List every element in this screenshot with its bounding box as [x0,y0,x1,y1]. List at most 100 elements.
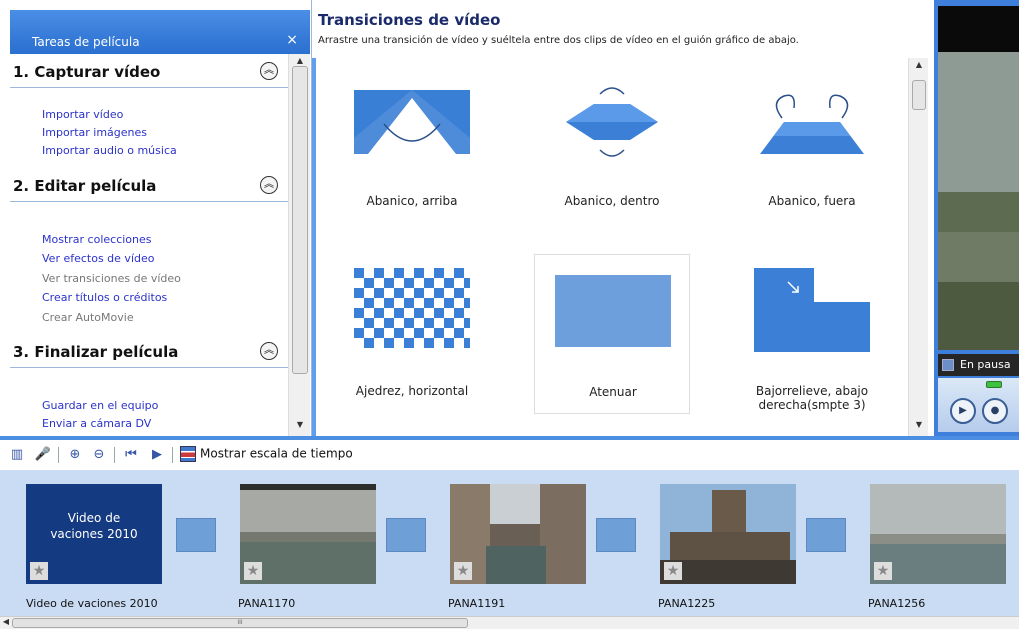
collapse-icon[interactable]: ︽ [260,342,278,360]
section-edit-movie[interactable]: 2. Editar película ︽ [10,168,288,202]
star-icon: ★ [30,562,48,580]
storyboard-clip[interactable]: ★ [870,484,1006,584]
storyboard-clip[interactable]: ★ [240,484,376,584]
scroll-down-icon[interactable]: ▼ [289,420,311,429]
transition-label: Bajorrelieve, abajo derecha(smpte 3) [755,384,869,412]
scrollbar-thumb[interactable] [912,80,926,110]
rewind-storyboard-icon[interactable]: ⏮ [122,446,140,464]
section-heading: 1. Capturar vídeo [13,63,161,81]
section-heading: 3. Finalizar película [13,343,179,361]
checkerboard-thumbnail [354,268,470,352]
task-pane-header: Tareas de película × [10,10,310,54]
close-icon[interactable]: × [286,32,298,48]
collapse-icon[interactable]: ︽ [260,62,278,80]
collection-subtitle: Arrastre una transición de vídeo y suélt… [318,35,799,46]
collection-scrollbar[interactable]: ▲ ▼ [908,58,928,436]
transition-label: Abanico, dentro [564,194,660,208]
link-send-to-dv[interactable]: Enviar a cámara DV [42,417,151,430]
set-audio-levels-icon[interactable]: ▥ [8,446,26,464]
storyboard-clip[interactable]: ★ [660,484,796,584]
scrollbar-thumb[interactable] [292,66,308,374]
monitor-status-icon [942,359,954,371]
collection-header: Transiciones de vídeo Arrastre una trans… [312,0,934,58]
task-pane-body: 1. Capturar vídeo ︽ Importar vídeo Impor… [10,54,288,436]
star-icon: ★ [454,562,472,580]
playback-status-bar: En pausa [938,354,1019,376]
storyboard: Video de vaciones 2010 ★ ★ ★ ★ ★ Video d… [0,470,1019,616]
playback-controls: ▶ ● [938,378,1019,432]
section-finish-movie[interactable]: 3. Finalizar película ︽ [10,334,288,368]
storyboard-toolbar: ▥ 🎤 ⊕ ⊖ ⏮ ▶ Mostrar escala de tiempo [0,436,1019,470]
transition-label: Atenuar [589,385,637,399]
star-icon: ★ [874,562,892,580]
scroll-down-icon[interactable]: ▼ [909,420,929,429]
clip-label: Video de vaciones 2010 [26,597,158,610]
fan-up-thumbnail [354,90,470,154]
transition-item[interactable]: Abanico, dentro [534,64,690,224]
section-heading: 2. Editar película [13,177,157,195]
link-import-images[interactable]: Importar imágenes [42,126,147,139]
transition-item[interactable]: Ajedrez, horizontal [334,254,490,414]
link-create-automovie[interactable]: Crear AutoMovie [42,311,134,324]
section-capture-video[interactable]: 1. Capturar vídeo ︽ [10,54,288,88]
collapse-icon[interactable]: ︽ [260,176,278,194]
transition-slot[interactable] [176,518,216,552]
storyboard-clip[interactable]: Video de vaciones 2010 ★ [26,484,162,584]
timeline-icon [180,446,196,462]
scroll-up-icon[interactable]: ▲ [909,60,929,69]
transitions-collection: Transiciones de vídeo Arrastre una trans… [312,0,934,436]
transition-label: Abanico, arriba [366,194,458,208]
toolbar-separator [172,447,173,463]
collection-title: Transiciones de vídeo [318,11,501,29]
transition-slot[interactable] [596,518,636,552]
play-storyboard-icon[interactable]: ▶ [148,446,166,464]
playback-status: En pausa [960,358,1011,371]
link-import-audio[interactable]: Importar audio o música [42,144,177,157]
fan-out-thumbnail [760,94,864,154]
scroll-left-icon[interactable]: ◀ [0,617,12,626]
narrate-timeline-icon[interactable]: 🎤 [34,446,52,464]
preview-monitor: En pausa ▶ ● [934,0,1019,436]
transitions-grid: Abanico, arriba Abanico, dentro Abanico,… [312,58,908,436]
zoom-in-icon[interactable]: ⊕ [66,446,84,464]
seek-handle[interactable] [986,381,1002,388]
movie-tasks-pane: Tareas de película × 1. Capturar vídeo ︽… [0,0,312,436]
scroll-up-icon[interactable]: ▲ [289,56,311,65]
link-create-titles[interactable]: Crear títulos o créditos [42,291,167,304]
link-import-video[interactable]: Importar vídeo [42,108,123,121]
transition-label: Abanico, fuera [768,194,856,208]
fan-in-thumbnail [566,87,658,157]
transition-item[interactable]: Atenuar [534,254,690,414]
task-pane-title: Tareas de película [32,35,140,49]
transition-item[interactable]: Abanico, fuera [734,64,890,224]
preview-screen [938,6,1019,350]
clip-label: PANA1191 [448,597,506,610]
scrollbar-thumb[interactable]: III [12,618,468,628]
link-view-video-effects[interactable]: Ver efectos de vídeo [42,252,154,265]
toolbar-separator [58,447,59,463]
transition-slot[interactable] [386,518,426,552]
show-timeline-button[interactable]: Mostrar escala de tiempo [180,446,353,466]
transition-item[interactable]: Abanico, arriba [334,64,490,224]
task-pane-scrollbar[interactable]: ▲ ▼ [288,54,310,436]
preview-frame-image [938,6,1019,350]
title-clip-text: Video de vaciones 2010 [50,511,138,541]
transition-item[interactable]: Bajorrelieve, abajo derecha(smpte 3) [734,254,890,414]
clip-label: PANA1256 [868,597,926,610]
link-view-video-transitions[interactable]: Ver transiciones de vídeo [42,272,181,285]
stop-icon[interactable]: ● [982,398,1008,424]
clip-label: PANA1225 [658,597,716,610]
link-save-to-computer[interactable]: Guardar en el equipo [42,399,158,412]
fade-thumbnail [555,275,671,347]
storyboard-scrollbar[interactable]: ◀ III [0,616,1019,629]
play-icon[interactable]: ▶ [950,398,976,424]
emboss-down-right-thumbnail [754,268,870,352]
star-icon: ★ [664,562,682,580]
transition-slot[interactable] [806,518,846,552]
storyboard-clip[interactable]: ★ [450,484,586,584]
link-show-collections[interactable]: Mostrar colecciones [42,233,152,246]
transition-label: Ajedrez, horizontal [355,384,469,398]
zoom-out-icon[interactable]: ⊖ [90,446,108,464]
toolbar-separator [114,447,115,463]
star-icon: ★ [244,562,262,580]
